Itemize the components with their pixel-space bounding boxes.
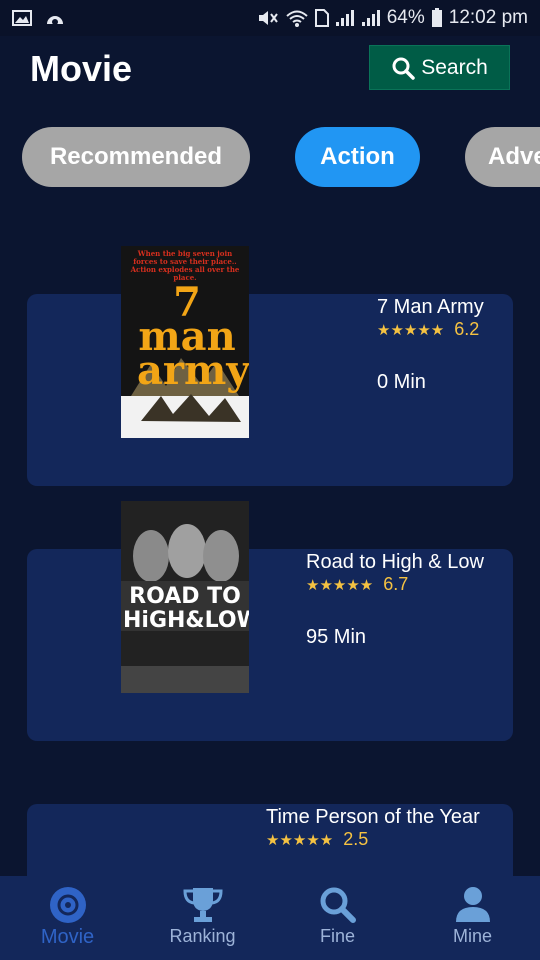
poster-title: ROAD TO HiGH&LOW bbox=[123, 584, 249, 633]
nav-item-mine[interactable]: Mine bbox=[405, 876, 540, 960]
rating-value: 6.7 bbox=[383, 574, 409, 594]
status-bar: 64% 12:02 pm bbox=[0, 0, 540, 36]
nav-label: Mine bbox=[452, 926, 492, 946]
clock: 12:02 pm bbox=[448, 7, 528, 28]
page-title: Movie bbox=[30, 48, 133, 89]
sim-icon bbox=[314, 9, 329, 27]
tab-adventure[interactable]: Adve bbox=[465, 127, 540, 187]
search-button[interactable]: Search bbox=[369, 45, 510, 90]
person-icon bbox=[455, 887, 490, 922]
signal-icon-2 bbox=[361, 10, 380, 26]
rating-value: 2.5 bbox=[343, 829, 369, 849]
nav-item-ranking[interactable]: Ranking bbox=[135, 876, 270, 960]
nav-item-fine[interactable]: Fine bbox=[270, 876, 405, 960]
movie-card[interactable] bbox=[27, 549, 513, 741]
poster-tagline: When the big seven join forces to save t… bbox=[130, 249, 240, 282]
search-icon bbox=[392, 57, 415, 80]
mute-icon bbox=[258, 11, 278, 25]
star-rating-icon: ★★★★★ bbox=[306, 576, 374, 594]
gallery-notification-icon bbox=[12, 10, 32, 26]
rating-value: 6.2 bbox=[454, 319, 480, 339]
movie-duration: 95 Min bbox=[306, 626, 367, 648]
movie-poster-road-to-high-low[interactable]: ROAD TO HiGH&LOW bbox=[121, 501, 249, 693]
bottom-navigation: Movie Ranking Fine Mine bbox=[0, 876, 540, 960]
tab-recommended[interactable]: Recommended bbox=[22, 127, 250, 187]
movie-title: Time Person of the Year bbox=[266, 806, 480, 828]
wifi-icon bbox=[286, 10, 308, 27]
disc-icon bbox=[49, 887, 86, 923]
category-tabs: Recommended Action Adve bbox=[0, 126, 540, 190]
star-rating-icon: ★★★★★ bbox=[377, 321, 445, 339]
nav-label: Ranking bbox=[169, 926, 236, 946]
app-header: Movie Search bbox=[0, 36, 540, 106]
nav-label: Movie bbox=[40, 926, 95, 948]
trophy-icon bbox=[182, 888, 223, 922]
movie-title: 7 Man Army bbox=[377, 296, 484, 318]
search-icon bbox=[320, 887, 356, 923]
search-button-label: Search bbox=[421, 55, 488, 79]
movie-title: Road to High & Low bbox=[306, 551, 484, 573]
poster-title: 7 man army bbox=[137, 279, 249, 394]
nav-label: Fine bbox=[319, 926, 355, 946]
movie-rating: ★★★★★ 2.5 bbox=[266, 829, 368, 850]
movie-poster-7-man-army[interactable]: When the big seven join forces to save t… bbox=[121, 246, 249, 438]
battery-percent: 64% bbox=[386, 7, 425, 28]
cloud-notification-icon bbox=[47, 16, 63, 25]
nav-item-movie[interactable]: Movie bbox=[0, 876, 135, 960]
movie-duration: 0 Min bbox=[377, 371, 426, 393]
movie-rating: ★★★★★ 6.2 bbox=[377, 319, 479, 340]
battery-icon bbox=[431, 8, 442, 27]
signal-icon-1 bbox=[335, 10, 354, 26]
tab-action[interactable]: Action bbox=[295, 127, 420, 187]
movie-rating: ★★★★★ 6.7 bbox=[306, 574, 408, 595]
star-rating-icon: ★★★★★ bbox=[266, 831, 334, 849]
